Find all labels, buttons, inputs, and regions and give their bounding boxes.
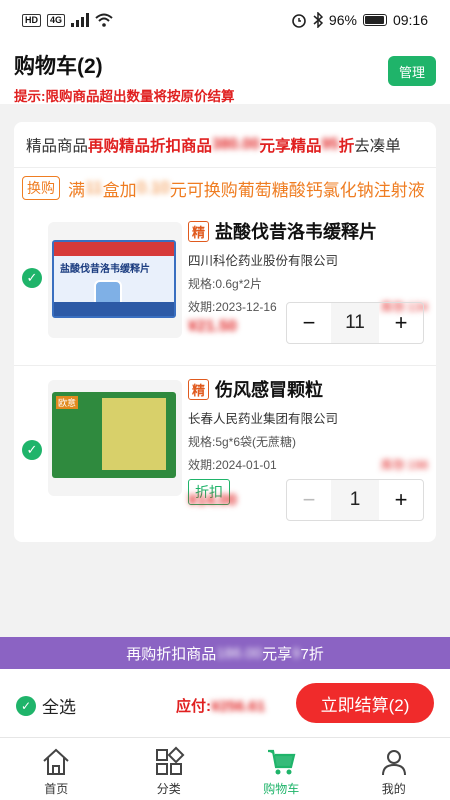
- alarm-icon: [292, 14, 306, 28]
- manufacturer: 长春人民药业集团有限公司: [188, 412, 339, 426]
- bluetooth-icon: [313, 12, 323, 28]
- clock: 09:16: [392, 12, 428, 28]
- item-checkbox[interactable]: ✓: [22, 268, 42, 288]
- cart-item: ✓ 盐酸伐昔洛韦缓释片 精 盐酸伐昔洛韦缓释片 四川科伦药业股份有限公司 规格:…: [14, 210, 436, 360]
- cart-icon: [268, 749, 296, 775]
- spec: 规格:5g*6袋(无蔗糖): [188, 435, 297, 449]
- quantity-value[interactable]: 1: [331, 480, 379, 520]
- medicine-box-green: 欧意: [52, 392, 176, 478]
- manufacturer: 四川科伦药业股份有限公司: [188, 254, 339, 268]
- product-name[interactable]: 精 盐酸伐昔洛韦缓释片: [188, 218, 428, 244]
- quantity-stepper: − 1 +: [286, 479, 424, 521]
- premium-badge: 精: [188, 378, 209, 400]
- manage-button[interactable]: 管理: [388, 56, 436, 86]
- item-checkbox[interactable]: ✓: [22, 440, 42, 460]
- stock: 库存:198: [380, 458, 428, 472]
- page-title: 购物车(2): [14, 55, 103, 78]
- quantity-value[interactable]: 11: [331, 303, 379, 343]
- home-icon: [43, 748, 69, 775]
- user-icon: [381, 750, 406, 776]
- check-icon: ✓: [16, 695, 36, 716]
- hd-icon: HD: [22, 13, 41, 27]
- tab-category[interactable]: 分类: [113, 738, 226, 800]
- decrease-button[interactable]: −: [287, 303, 331, 343]
- premium-badge: 精: [188, 220, 209, 242]
- header: 购物车(2) 提示:限购商品超出数量将按原价结算 管理: [0, 40, 450, 104]
- product-image[interactable]: 盐酸伐昔洛韦缓释片: [48, 222, 182, 338]
- decrease-button[interactable]: −: [287, 480, 331, 520]
- battery-icon: [362, 14, 387, 26]
- product-image[interactable]: 欧意: [48, 380, 182, 496]
- expiry: 效期:2024-01-01: [188, 458, 277, 472]
- swap-badge: 换购: [22, 176, 60, 200]
- swap-promo-row[interactable]: 换购 满 11 盒加 0.10 元可换购葡萄糖酸钙氯化钠注射液: [14, 168, 436, 208]
- promo-banner[interactable]: 精品商品 再购精品折扣商品 380.00 元享精品 95 折 去凑单: [14, 122, 436, 168]
- limit-tip: 提示:限购商品超出数量将按原价结算: [14, 89, 235, 104]
- total-amount: 应付:¥256.61: [176, 698, 266, 715]
- network-4g-icon: 4G: [47, 13, 66, 27]
- discount-progress-bar: 再购折扣商品 186.00 元享 9 7折: [0, 637, 450, 669]
- quantity-stepper: − 11 +: [286, 302, 424, 344]
- price: ¥14.00: [188, 492, 237, 509]
- medicine-box-blue: 盐酸伐昔洛韦缓释片: [52, 240, 176, 318]
- tab-mine[interactable]: 我的: [338, 738, 450, 800]
- wifi-icon: [95, 13, 113, 27]
- spec: 规格:0.6g*2片: [188, 277, 263, 291]
- checkout-bar: ✓ 全选 应付:¥256.61 立即结算(2): [0, 669, 450, 737]
- cart-card: 精品商品 再购精品折扣商品 380.00 元享精品 95 折 去凑单 换购 满 …: [14, 122, 436, 542]
- increase-button[interactable]: +: [379, 480, 423, 520]
- status-bar: HD 4G 96% 09:16: [0, 0, 450, 40]
- product-name[interactable]: 精 伤风感冒颗粒: [188, 376, 428, 402]
- signal-icon: [71, 13, 90, 27]
- cart-item: ✓ 欧意 精 伤风感冒颗粒 长春人民药业集团有限公司 规格:5g*6袋(无蔗糖)…: [14, 365, 436, 535]
- increase-button[interactable]: +: [379, 303, 423, 343]
- checkout-button[interactable]: 立即结算(2): [296, 683, 434, 723]
- tab-bar: 首页 分类 购物车 我的: [0, 737, 450, 800]
- tab-cart[interactable]: 购物车: [225, 738, 338, 800]
- expiry: 效期:2023-12-16: [188, 300, 277, 314]
- battery-percent: 96%: [328, 12, 357, 28]
- price: ¥21.50: [188, 318, 237, 335]
- tab-home[interactable]: 首页: [0, 738, 113, 800]
- category-icon: [155, 746, 185, 775]
- select-all-toggle[interactable]: ✓ 全选: [16, 693, 76, 718]
